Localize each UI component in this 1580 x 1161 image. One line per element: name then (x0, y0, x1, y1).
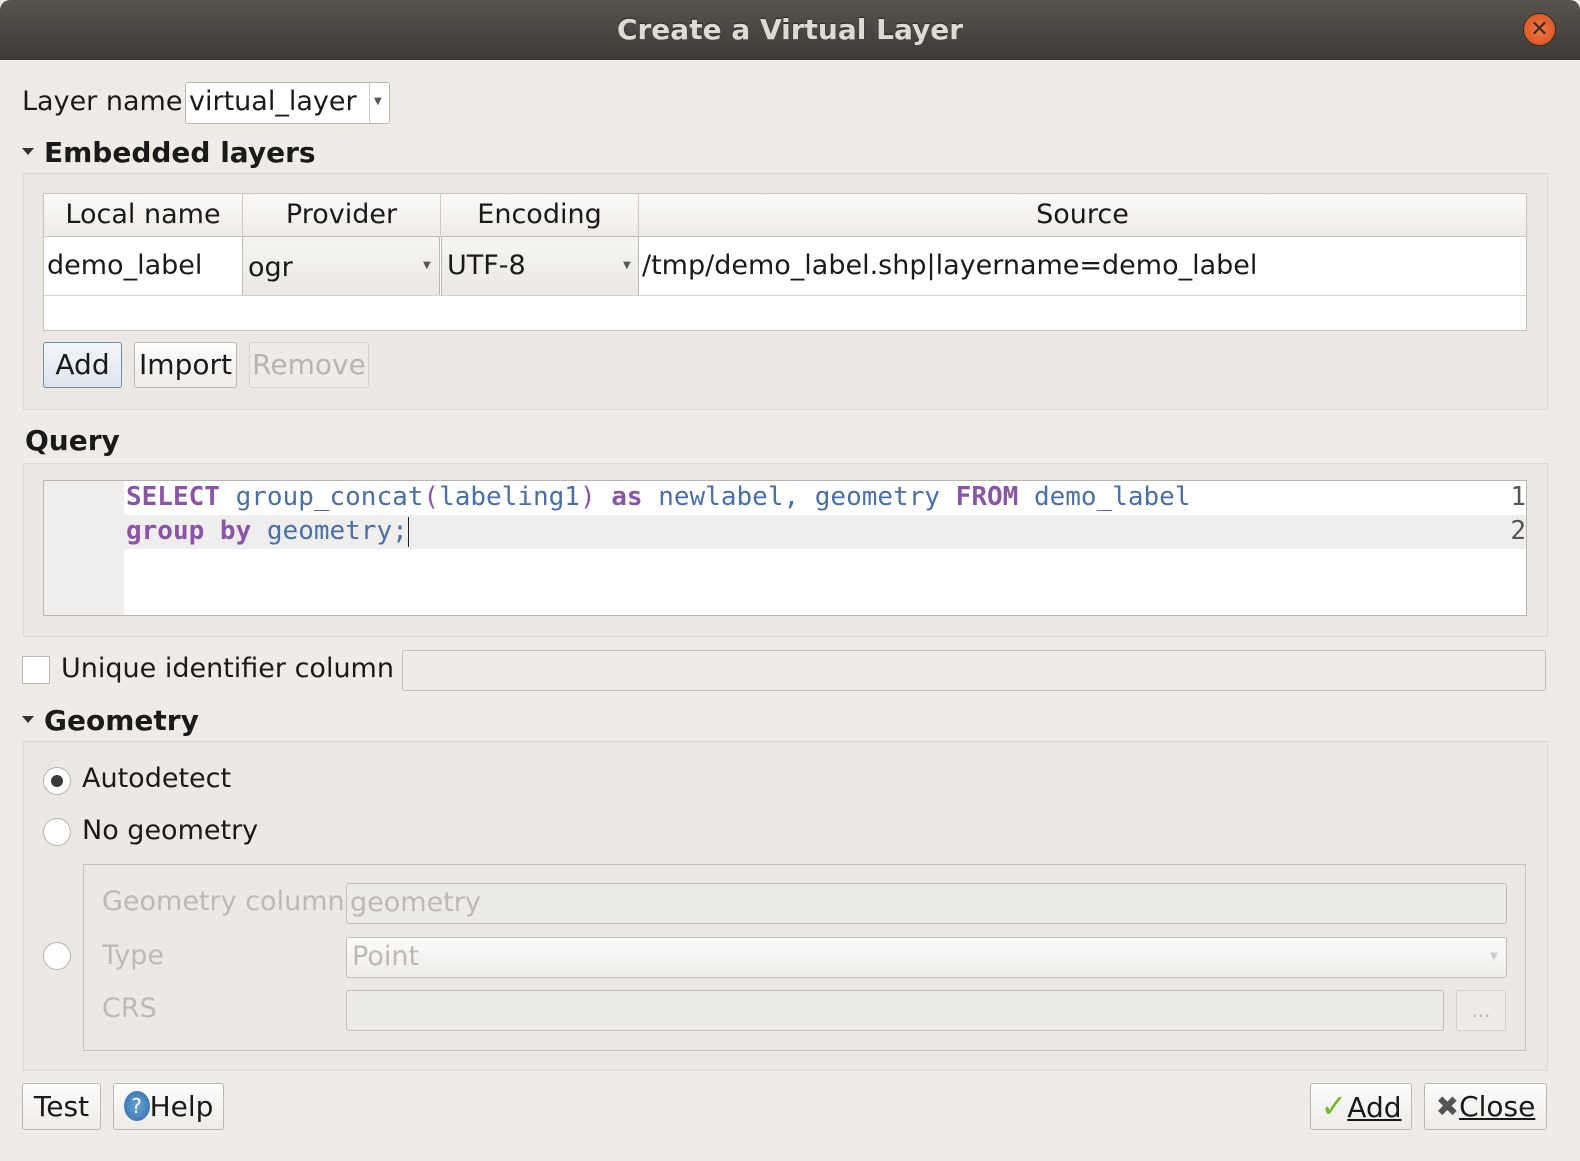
crs-label: CRS (102, 993, 157, 1024)
add-label: Add (1347, 1091, 1402, 1124)
custom-geometry-radio[interactable] (43, 942, 71, 970)
code-token: FROM (955, 482, 1019, 512)
code-line: SELECT group_concat(labeling1) as newlab… (126, 482, 1190, 512)
cell-local-name[interactable]: demo_label (47, 237, 242, 295)
code-token: ( (423, 482, 440, 512)
help-button[interactable]: ? Help (113, 1083, 224, 1130)
column-header-encoding[interactable]: Encoding (441, 194, 639, 237)
unique-id-checkbox[interactable] (22, 656, 50, 684)
column-header-provider[interactable]: Provider (243, 194, 441, 237)
chevron-down-icon: ▼ (623, 260, 631, 271)
line-number-gutter (44, 481, 124, 615)
text-cursor (407, 516, 409, 547)
add-ok-button[interactable]: ✓Add (1310, 1083, 1412, 1130)
provider-value: ogr (248, 252, 293, 283)
checkmark-icon: ✓ (1320, 1087, 1348, 1125)
unique-id-label: Unique identifier column (61, 653, 394, 684)
code-token: labeling1 (439, 482, 580, 512)
geometry-column-value: geometry (350, 887, 481, 918)
type-combo[interactable]: Point ▼ (346, 937, 1507, 978)
chevron-down-icon: ▼ (1490, 951, 1498, 962)
sql-query-editor[interactable]: 1 2 SELECT group_concat(labeling1) as ne… (43, 480, 1527, 616)
code-token: newlabel, geometry (642, 482, 956, 512)
layer-name-combo[interactable]: virtual_layer ▼ (185, 82, 390, 124)
code-token: group_concat (235, 482, 424, 512)
encoding-combo[interactable]: UTF-8 ▼ (441, 236, 639, 296)
layer-name-label: Layer name (22, 86, 183, 117)
add-layer-button[interactable]: Add (43, 342, 122, 388)
geometry-title: Geometry (44, 704, 199, 737)
layer-name-value: virtual_layer (189, 86, 357, 117)
help-label: Help (149, 1090, 214, 1123)
geometry-header[interactable]: Geometry (22, 704, 199, 737)
code-token: as (611, 482, 643, 512)
code-token: geometry; (251, 516, 408, 546)
help-icon: ? (123, 1091, 150, 1121)
remove-layer-button[interactable]: Remove (249, 342, 369, 388)
close-x-icon: ✖ (1435, 1090, 1460, 1123)
line-number: 1 (1510, 482, 1526, 512)
code-token: ) (579, 482, 596, 512)
geometry-column-input[interactable]: geometry (346, 883, 1507, 924)
unique-id-input[interactable] (402, 650, 1546, 691)
code-token: demo_label (1018, 482, 1191, 512)
column-header-source[interactable]: Source (639, 194, 1526, 237)
title-bar: Create a Virtual Layer ✕ (0, 0, 1580, 60)
autodetect-label: Autodetect (82, 763, 232, 794)
query-title: Query (25, 424, 120, 457)
provider-combo[interactable]: ogr ▼ (242, 236, 440, 296)
no-geometry-label: No geometry (82, 815, 259, 846)
row-divider (44, 295, 1526, 296)
embedded-layers-table: Local name Provider Encoding Source demo… (43, 193, 1527, 331)
geometry-column-label: Geometry column (102, 886, 345, 917)
crs-select-button[interactable]: ... (1456, 990, 1506, 1031)
crs-input[interactable] (346, 990, 1444, 1031)
embedded-layers-header[interactable]: Embedded layers (22, 136, 316, 169)
embedded-layers-title: Embedded layers (44, 136, 316, 169)
column-header-local-name[interactable]: Local name (44, 194, 243, 237)
line-number: 2 (1510, 516, 1526, 546)
code-token: SELECT (126, 482, 220, 512)
encoding-value: UTF-8 (447, 250, 526, 281)
collapse-triangle-icon (22, 147, 34, 155)
close-button[interactable]: ✖Close (1424, 1083, 1547, 1130)
cell-source[interactable]: /tmp/demo_label.shp|layername=demo_label (642, 237, 1257, 295)
test-button[interactable]: Test (22, 1083, 101, 1130)
import-layer-button[interactable]: Import (134, 342, 237, 388)
collapse-triangle-icon (22, 715, 34, 723)
type-value: Point (352, 941, 420, 972)
code-token: group by (126, 516, 252, 546)
chevron-down-icon: ▼ (374, 96, 382, 107)
type-label: Type (102, 940, 165, 971)
close-label: Close (1459, 1090, 1536, 1123)
window-title: Create a Virtual Layer (616, 13, 964, 46)
autodetect-radio[interactable] (43, 767, 71, 795)
no-geometry-radio[interactable] (43, 818, 71, 846)
code-line: group by geometry; (126, 516, 409, 547)
close-icon[interactable]: ✕ (1524, 14, 1555, 45)
chevron-down-icon: ▼ (423, 260, 431, 271)
